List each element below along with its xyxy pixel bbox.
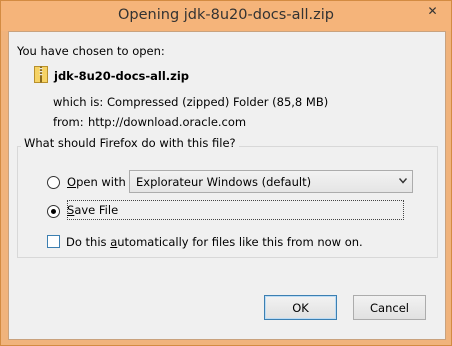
- open-with-app-select[interactable]: Explorateur Windows (default): [129, 170, 413, 193]
- open-with-app-value: Explorateur Windows (default): [136, 175, 312, 189]
- radio-selected-dot: [51, 209, 56, 214]
- close-icon: ✕: [427, 4, 438, 18]
- save-file-label[interactable]: Save File: [67, 203, 118, 217]
- dialog-client: You have chosen to open: jdk-8u20-docs-a…: [8, 31, 446, 340]
- which-is-value: Compressed (zipped) Folder (85,8 MB): [107, 95, 329, 109]
- which-is-label: which is:: [53, 95, 104, 109]
- ok-button[interactable]: OK: [264, 295, 337, 320]
- open-with-radio[interactable]: [47, 176, 60, 189]
- from-label: from:: [53, 115, 84, 129]
- group-title: What should Firefox do with this file?: [21, 136, 239, 150]
- auto-label[interactable]: Do this automatically for files like thi…: [66, 235, 363, 249]
- open-with-label[interactable]: Open with: [67, 175, 126, 189]
- auto-checkbox[interactable]: [47, 235, 60, 248]
- from-value: http://download.oracle.com: [88, 115, 247, 129]
- zip-folder-icon: [34, 66, 48, 83]
- intro-text: You have chosen to open:: [17, 44, 165, 58]
- file-name: jdk-8u20-docs-all.zip: [54, 69, 190, 83]
- dialog-window: Opening jdk-8u20-docs-all.zip ✕ You have…: [0, 0, 452, 346]
- window-title: Opening jdk-8u20-docs-all.zip: [118, 7, 334, 23]
- chevron-down-icon: [399, 178, 407, 184]
- cancel-button[interactable]: Cancel: [353, 295, 426, 320]
- title-bar[interactable]: Opening jdk-8u20-docs-all.zip ✕: [1, 1, 451, 31]
- close-button[interactable]: ✕: [420, 2, 445, 20]
- save-file-radio[interactable]: [47, 205, 60, 218]
